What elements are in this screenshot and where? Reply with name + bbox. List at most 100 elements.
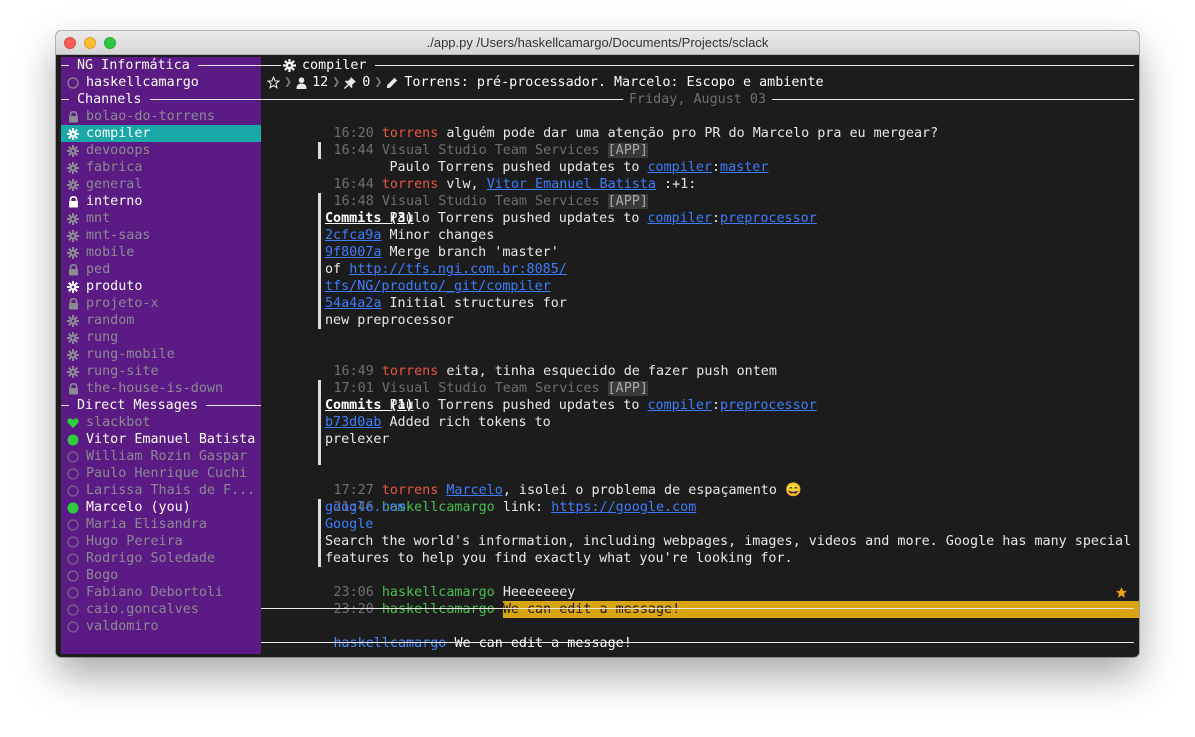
sidebar-item-projeto-x[interactable]: projeto-x [61, 295, 261, 312]
sidebar-item-interno[interactable]: interno [61, 193, 261, 210]
dm-label: Hugo Pereira [86, 534, 183, 549]
members-icon [296, 76, 308, 89]
message-selected[interactable]: 23:20 haskellcamargo We can edit a messa… [269, 584, 1139, 618]
sidebar-item-produto[interactable]: produto [61, 278, 261, 295]
presence-away-icon [67, 467, 79, 480]
channel-label: fabrica [86, 160, 143, 175]
sidebar-item-rung-site[interactable]: rung-site [61, 363, 261, 380]
sidebar-item-ped[interactable]: ped [61, 261, 261, 278]
sidebar-item-general[interactable]: general [61, 176, 261, 193]
presence-online-icon [67, 502, 79, 514]
sidebar-item-compiler[interactable]: compiler [61, 125, 261, 142]
dm-item[interactable]: Marcelo (you) [61, 499, 261, 516]
dm-item[interactable]: Vitor Emanuel Batista [61, 431, 261, 448]
branch-link[interactable]: preprocessor [720, 398, 817, 413]
message[interactable]: 16:44 Visual Studio Team Services [APP] [269, 125, 648, 158]
dm-item[interactable]: Fabiano Debortoli [61, 584, 261, 601]
commit-hash-link[interactable]: 2cfca9a [325, 228, 381, 243]
dm-item[interactable]: caio.goncalves [61, 601, 261, 618]
sidebar-item-the-house-is-down[interactable]: the-house-is-down [61, 380, 261, 397]
commit-hash-link[interactable]: b73d0ab [325, 415, 381, 430]
sidebar-item-rung-mobile[interactable]: rung-mobile [61, 346, 261, 363]
sidebar-item-random[interactable]: random [61, 312, 261, 329]
dm-item[interactable]: Rodrigo Soledade [61, 550, 261, 567]
url-link[interactable]: tfs/NG/produto/_git/compiler [325, 279, 551, 294]
commit-hash-link[interactable]: 54a4a2a [325, 296, 381, 311]
message[interactable]: 16:20 torrens alguém pode dar uma atençã… [269, 108, 939, 141]
sidebar-item-mnt-saas[interactable]: mnt-saas [61, 227, 261, 244]
date-divider: Friday, August 03 [261, 91, 1134, 108]
message[interactable]: 16:48 Visual Studio Team Services [APP] [269, 176, 648, 209]
preview-site[interactable]: google.com [325, 499, 406, 516]
repo-link[interactable]: compiler [647, 398, 712, 413]
smile-emoji-icon: 😄 [784, 483, 802, 498]
commit-line: 9f8007a Merge branch 'master' [325, 245, 559, 260]
sidebar: NG Informática haskellcamargo Channels b… [61, 57, 261, 654]
message[interactable]: 23:06 haskellcamargo Heeeeeeey [269, 567, 576, 600]
gear-icon [67, 348, 79, 361]
dm-label: caio.goncalves [86, 602, 199, 617]
dm-item[interactable]: slackbot [61, 414, 261, 431]
url-link[interactable]: https://google.com [551, 500, 696, 515]
lock-icon [67, 297, 79, 310]
gear-icon [67, 331, 79, 344]
message-composer[interactable]: haskellcamargo We can edit a message! [269, 618, 632, 651]
commit-hash-link[interactable]: 9f8007a [325, 245, 381, 260]
presence-away-icon [67, 518, 79, 531]
sidebar-item-mobile[interactable]: mobile [61, 244, 261, 261]
gear-icon [67, 212, 79, 225]
message-time: 23:20 [333, 602, 374, 617]
heart-icon [67, 417, 79, 429]
presence-away-icon [67, 76, 79, 89]
dm-item[interactable]: Maria Elisandra [61, 516, 261, 533]
commits-title: Commits (3) [325, 211, 414, 226]
dm-label: Maria Elisandra [86, 517, 207, 532]
message[interactable]: 16:44 torrens vlw, Vitor Emanuel Batista… [269, 159, 697, 192]
pin-icon [344, 76, 357, 89]
gear-icon [67, 127, 79, 140]
dm-item[interactable]: Bogo [61, 567, 261, 584]
attachment-bar [318, 193, 321, 329]
sidebar-item-bolao-do-torrens[interactable]: bolao-do-torrens [61, 108, 261, 125]
commit-line: tfs/NG/produto/_git/compiler [325, 278, 551, 295]
message-author[interactable]: haskellcamargo [382, 602, 495, 617]
channel-label: produto [86, 279, 143, 294]
message[interactable]: 17:01 Visual Studio Team Services [APP] [269, 363, 648, 396]
attachment-bar [318, 499, 321, 567]
dm-item[interactable]: Hugo Pereira [61, 533, 261, 550]
chevron-right-icon: ❯ [332, 75, 341, 90]
sidebar-item-devooops[interactable]: devooops [61, 142, 261, 159]
dm-header: Direct Messages [61, 397, 261, 414]
branch-link[interactable]: master [720, 160, 768, 175]
channel-label: ped [86, 262, 111, 277]
gear-icon [67, 178, 79, 191]
channel-label: compiler [86, 126, 151, 141]
sidebar-item-mnt[interactable]: mnt [61, 210, 261, 227]
sidebar-item-fabrica[interactable]: fabrica [61, 159, 261, 176]
star-filled-icon[interactable] [1115, 586, 1128, 599]
repo-link[interactable]: compiler [647, 211, 712, 226]
channel-label: mnt [86, 211, 111, 226]
dm-item[interactable]: Larissa Thais de F... [61, 482, 261, 499]
dm-item[interactable]: Paulo Henrique Cuchi [61, 465, 261, 482]
chevron-right-icon: ❯ [374, 75, 383, 90]
composer-input[interactable]: We can edit a message! [454, 636, 631, 651]
message[interactable]: 21:46 haskellcamargo link: https://googl… [269, 482, 697, 515]
attachment-text: Paulo Torrens pushed updates to compiler… [389, 160, 769, 175]
dm-item[interactable]: William Rozin Gaspar [61, 448, 261, 465]
chevron-right-icon: ❯ [284, 75, 293, 90]
sidebar-item-rung[interactable]: rung [61, 329, 261, 346]
preview-title[interactable]: Google [325, 516, 373, 533]
branch-link[interactable]: preprocessor [720, 211, 817, 226]
team-header: NG Informática [61, 57, 261, 74]
star-outline-icon[interactable] [267, 76, 280, 89]
url-link[interactable]: http://tfs.ngi.com.br:8085/ [349, 262, 567, 277]
message[interactable]: 17:27 torrens Marcelo, isolei o problema… [269, 465, 802, 498]
gear-icon [67, 314, 79, 327]
message[interactable]: 16:49 torrens eita, tinha esquecido de f… [269, 346, 777, 379]
dm-item[interactable]: valdomiro [61, 618, 261, 635]
lock-icon [67, 110, 79, 123]
channel-title-bar: compiler [261, 57, 1134, 74]
presence-away-icon [67, 569, 79, 582]
current-user[interactable]: haskellcamargo [61, 74, 261, 91]
